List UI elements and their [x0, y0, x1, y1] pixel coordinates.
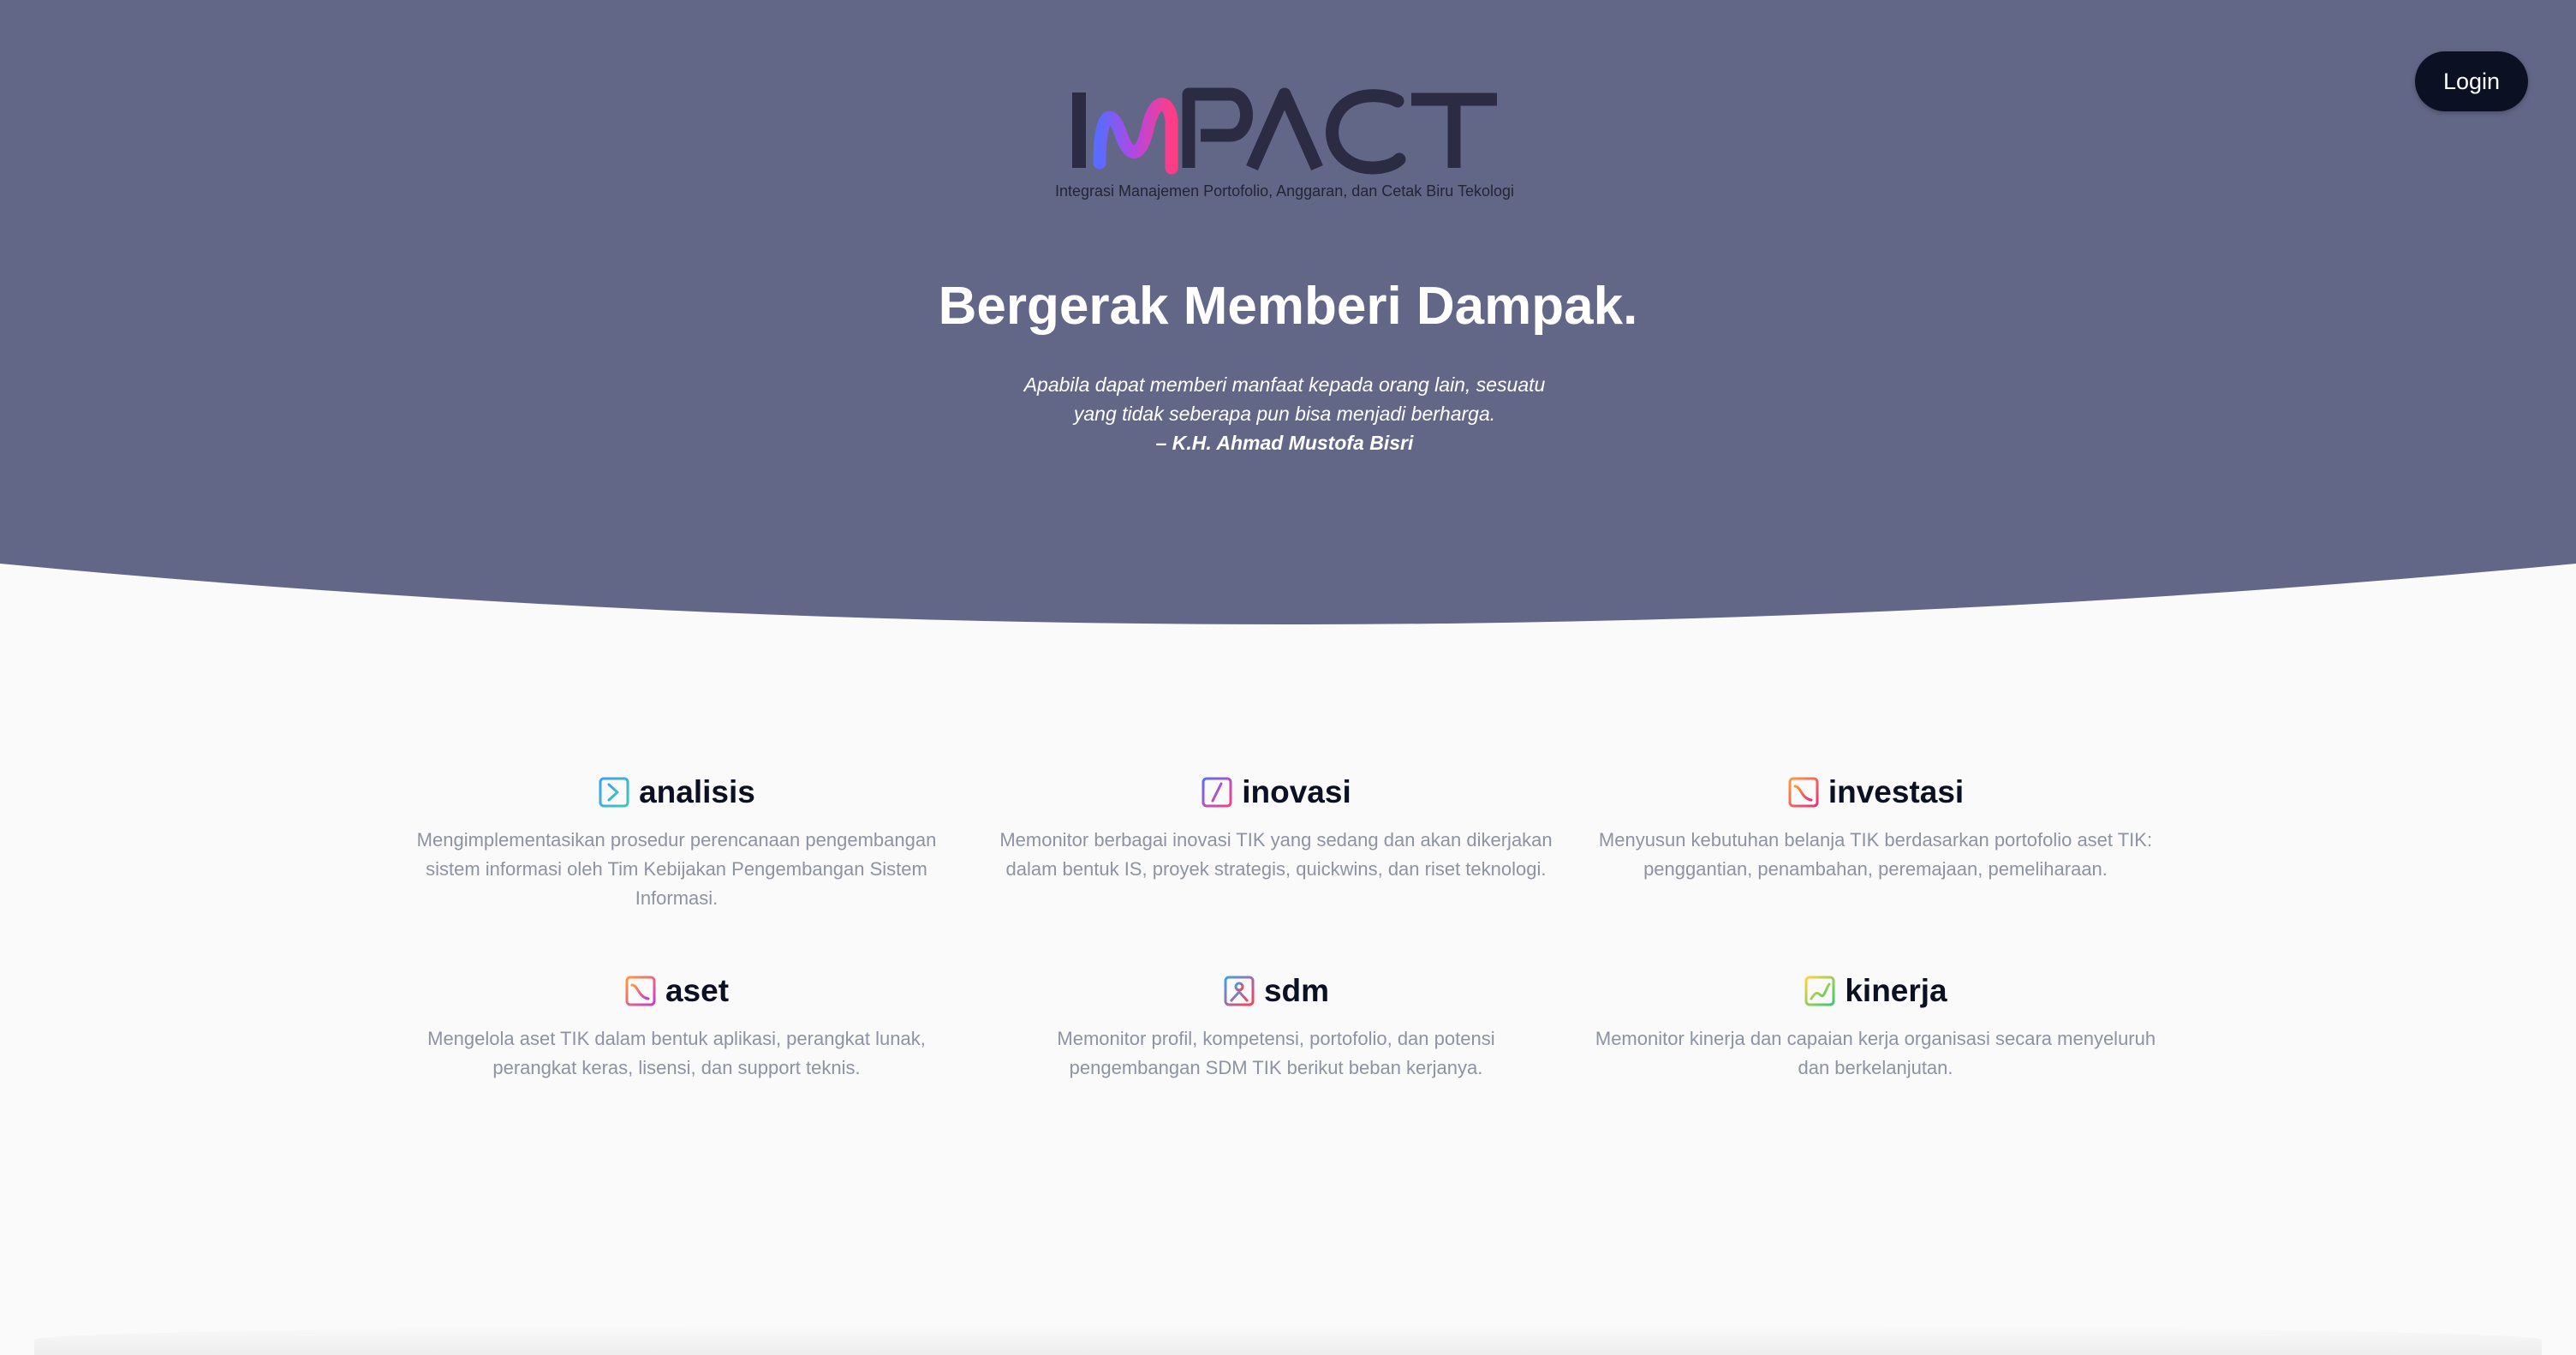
aset-icon [624, 975, 657, 1007]
investasi-icon [1787, 776, 1820, 809]
quote-author: – K.H. Ahmad Mustofa Bisri [1155, 432, 1414, 454]
feature-kinerja: kinerja Memonitor kinerja dan capaian ke… [1593, 970, 2158, 1083]
feature-description: Memonitor berbagai inovasi TIK yang seda… [999, 829, 1553, 880]
landing-page: Integrasi Manajemen Portofolio, Anggaran… [0, 0, 2576, 1355]
feature-title: sdm [1263, 973, 1330, 1008]
quote-line: Apabila dapat memberi manfaat kepada ora… [1023, 373, 1546, 396]
feature-analisis: analisis Mengimplementasikan prosedur pe… [394, 771, 959, 913]
feature-title: analisis [639, 774, 755, 809]
inovasi-icon [1201, 776, 1233, 809]
feature-title: kinerja [1845, 973, 1947, 1008]
quote-line: yang tidak seberapa pun bisa menjadi ber… [1073, 403, 1496, 425]
login-button[interactable]: Login [2415, 51, 2528, 111]
logo-tagline: Integrasi Manajemen Portofolio, Anggaran… [1055, 182, 1514, 200]
footer-shadow [34, 1324, 2542, 1355]
feature-description: Memonitor profil, kompetensi, portofolio… [1057, 1028, 1495, 1078]
feature-description: Mengimplementasikan prosedur perencanaan… [416, 829, 937, 909]
feature-title: investasi [1828, 774, 1965, 809]
feature-investasi: investasi Menyusun kebutuhan belanja TIK… [1593, 771, 2158, 884]
hero-quote: Apabila dapat memberi manfaat kepada ora… [942, 370, 1627, 457]
kinerja-icon [1804, 975, 1836, 1007]
feature-aset: aset Mengelola aset TIK dalam bentuk apl… [394, 970, 959, 1083]
feature-title: inovasi [1242, 774, 1351, 809]
sdm-icon [1223, 975, 1255, 1007]
feature-title: aset [665, 973, 730, 1008]
feature-sdm: sdm Memonitor profil, kompetensi, portof… [993, 970, 1559, 1083]
hero-title: Bergerak Memberi Dampak. [938, 277, 1638, 336]
feature-inovasi: inovasi Memonitor berbagai inovasi TIK y… [993, 771, 1559, 884]
feature-description: Memonitor kinerja dan capaian kerja orga… [1595, 1028, 2156, 1078]
analisis-icon [598, 776, 630, 809]
feature-description: Menyusun kebutuhan belanja TIK berdasark… [1598, 829, 2153, 880]
hero-section: Integrasi Manajemen Portofolio, Anggaran… [0, 0, 2576, 634]
feature-description: Mengelola aset TIK dalam bentuk aplikasi… [427, 1028, 926, 1078]
